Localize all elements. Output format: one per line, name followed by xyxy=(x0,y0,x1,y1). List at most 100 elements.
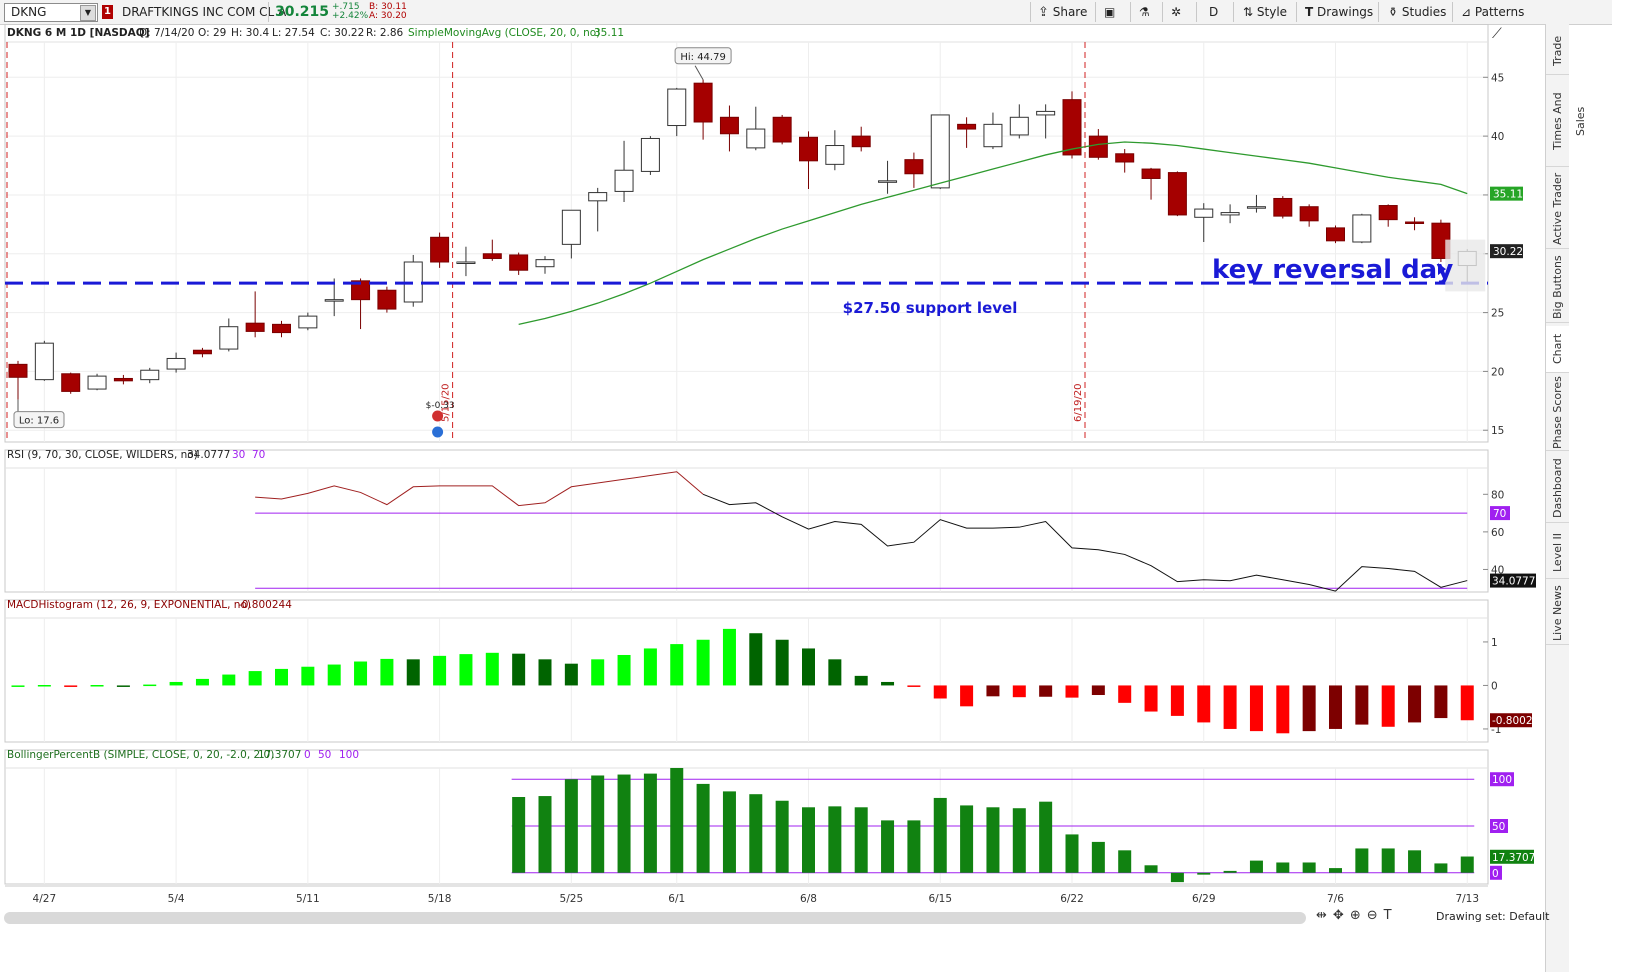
patterns-button[interactable]: ⊿ Patterns xyxy=(1461,3,1524,21)
macd-bar xyxy=(538,659,552,686)
settings-button[interactable]: ✲ xyxy=(1171,3,1181,21)
candle[interactable] xyxy=(1273,196,1293,219)
candle[interactable] xyxy=(61,372,81,394)
candle[interactable] xyxy=(245,291,265,338)
candle[interactable] xyxy=(1378,204,1398,227)
candle[interactable] xyxy=(614,140,634,202)
candle[interactable] xyxy=(1352,213,1372,244)
candle[interactable] xyxy=(87,373,107,391)
sidebar-tab-dashboard[interactable]: Dashboard xyxy=(1546,454,1569,523)
candle[interactable] xyxy=(1299,204,1319,227)
snapshot-button[interactable]: ▣ xyxy=(1104,3,1115,21)
candle[interactable] xyxy=(1194,203,1214,242)
candle[interactable] xyxy=(1246,194,1266,213)
zoom-out-icon[interactable]: ⊖ xyxy=(1367,908,1384,923)
sidebar-tab-active-trader[interactable]: Active Trader xyxy=(1546,170,1569,249)
chart-area[interactable]: 4/27 5/4 5/11 5/18 5/25 6/1 6/8 6/15 6/22 6/29 7/6… xyxy=(0,24,1545,930)
candle-body-down xyxy=(509,254,529,271)
candle[interactable] xyxy=(1115,149,1135,173)
candle[interactable] xyxy=(430,232,450,268)
share-button[interactable]: ⇪ Share xyxy=(1038,3,1087,21)
candle[interactable] xyxy=(851,126,871,152)
flask-icon: ⚱ xyxy=(1388,5,1399,19)
candle-body-down xyxy=(851,135,871,148)
x-tick-label: 6/8 xyxy=(800,893,817,905)
bb-bar xyxy=(617,774,631,873)
candle[interactable] xyxy=(509,252,529,275)
candle[interactable] xyxy=(351,278,371,330)
candle[interactable] xyxy=(1009,104,1029,139)
candle[interactable] xyxy=(1036,104,1056,139)
rsi-value: 34.0777 xyxy=(187,449,230,461)
candle[interactable] xyxy=(1405,217,1425,231)
candle[interactable] xyxy=(403,254,423,307)
sidebar-tab-times-and-sales[interactable]: Times And Sales xyxy=(1546,76,1587,167)
candle[interactable] xyxy=(192,347,212,358)
candle[interactable] xyxy=(272,320,291,338)
candle-body-down xyxy=(1062,99,1082,156)
pan-icon[interactable]: ✥ xyxy=(1333,908,1350,923)
candle[interactable] xyxy=(219,318,239,352)
candle[interactable] xyxy=(298,312,318,331)
candle-body-down xyxy=(482,253,502,259)
candle[interactable] xyxy=(746,106,766,151)
candle[interactable] xyxy=(799,131,818,190)
horizontal-scrollbar[interactable] xyxy=(4,912,1306,924)
candle[interactable] xyxy=(113,374,133,385)
candle[interactable] xyxy=(1220,204,1240,224)
flask-button[interactable]: ⚗ xyxy=(1139,3,1150,21)
macd-bar xyxy=(564,663,578,686)
dividend-icon[interactable] xyxy=(432,426,444,438)
earnings-icon[interactable] xyxy=(432,410,444,422)
candle[interactable] xyxy=(1167,171,1187,217)
candle[interactable] xyxy=(983,112,1003,150)
candle[interactable] xyxy=(377,286,397,313)
candle[interactable] xyxy=(561,209,581,259)
sidebar-tab-chart[interactable]: Chart xyxy=(1546,326,1569,373)
candle[interactable] xyxy=(719,105,739,152)
candle[interactable] xyxy=(957,117,977,148)
bb-level-100: 100 xyxy=(339,749,359,761)
studies-button[interactable]: ⚱ Studies xyxy=(1388,3,1446,21)
candle[interactable] xyxy=(535,256,555,274)
candle[interactable] xyxy=(1326,225,1345,244)
sidebar-tab-live-news[interactable]: Live News xyxy=(1546,582,1569,645)
sma-study-label[interactable]: SimpleMovingAvg (CLOSE, 20, 0, no) xyxy=(408,27,600,39)
candle[interactable] xyxy=(8,360,28,400)
candle[interactable] xyxy=(904,152,924,188)
bb-title[interactable]: BollingerPercentB (SIMPLE, CLOSE, 0, 20,… xyxy=(7,749,274,761)
y-tick-label: 1 xyxy=(1491,637,1498,649)
style-button[interactable]: ⇅ Style xyxy=(1243,3,1287,21)
candle[interactable] xyxy=(166,352,186,373)
fit-icon[interactable]: ⇹ xyxy=(1316,908,1333,923)
candle-body-up xyxy=(825,145,845,165)
divider xyxy=(1196,2,1197,22)
link-badge[interactable]: 1 xyxy=(102,5,113,19)
aggregation-button[interactable]: D xyxy=(1209,3,1218,21)
bb-bar xyxy=(1355,848,1369,873)
candle[interactable] xyxy=(640,136,660,175)
candle[interactable] xyxy=(878,160,898,194)
text-icon[interactable]: T xyxy=(1384,908,1398,923)
candle[interactable] xyxy=(140,367,160,384)
rsi-title[interactable]: RSI (9, 70, 30, CLOSE, WILDERS, no) xyxy=(7,449,198,461)
candle[interactable] xyxy=(930,114,950,190)
candle[interactable] xyxy=(588,187,608,232)
candle[interactable] xyxy=(772,114,792,145)
candle[interactable] xyxy=(667,87,687,137)
sidebar-tab-trade[interactable]: Trade xyxy=(1546,28,1569,75)
chevron-down-icon[interactable]: ▼ xyxy=(80,5,96,21)
candle[interactable] xyxy=(456,246,476,277)
candle[interactable] xyxy=(482,239,502,261)
drawings-button[interactable]: T Drawings xyxy=(1305,3,1373,21)
share-label: Share xyxy=(1052,5,1088,19)
candle[interactable] xyxy=(693,79,713,140)
macd-title[interactable]: MACDHistogram (12, 26, 9, EXPONENTIAL, n… xyxy=(7,599,251,611)
sidebar-tab-big-buttons[interactable]: Big Buttons xyxy=(1546,252,1569,323)
sidebar-tab-phase-scores[interactable]: Phase Scores xyxy=(1546,376,1569,451)
zoom-in-icon[interactable]: ⊕ xyxy=(1350,908,1367,923)
sidebar-tab-level-ii[interactable]: Level II xyxy=(1546,526,1569,579)
candle[interactable] xyxy=(34,340,54,381)
symbol-input[interactable]: DKNG ▼ xyxy=(4,3,98,22)
drawing-set-label[interactable]: Drawing set: Default xyxy=(1436,910,1549,923)
